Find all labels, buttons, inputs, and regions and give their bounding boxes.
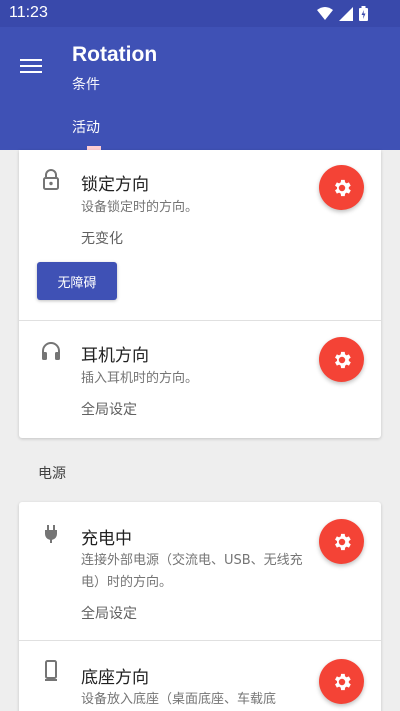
gear-icon [334,351,351,368]
charging-settings-button[interactable] [319,519,364,564]
charging-row[interactable]: 充电中 连接外部电源（交流电、USB、无线充电）时的方向。 全局设定 [19,502,381,640]
menu-icon[interactable] [20,57,44,79]
app-title: Rotation [72,43,158,66]
dock-title: 底座方向 [81,668,149,688]
status-time: 11:23 [9,4,48,21]
headset-orientation-row[interactable]: 耳机方向 插入耳机时的方向。 全局设定 [19,321,381,438]
power-card: 充电中 连接外部电源（交流电、USB、无线充电）时的方向。 全局设定 底座方向 … [19,502,381,711]
lock-title: 锁定方向 [81,175,149,195]
condition-card: 锁定方向 设备锁定时的方向。 无变化 无障碍 耳机方向 插入耳机时的方向。 全局… [19,150,381,438]
headset-settings-button[interactable] [319,337,364,382]
lock-settings-button[interactable] [319,165,364,210]
wifi-icon [317,6,333,20]
charging-value: 全局设定 [81,606,137,622]
app-subtitle: 条件 [72,77,100,93]
lock-icon [43,169,59,190]
signal-icon [339,6,353,21]
dock-settings-button[interactable] [319,659,364,704]
charging-desc: 连接外部电源（交流电、USB、无线充电）时的方向。 [81,553,303,590]
battery-icon [359,6,368,21]
headset-value: 全局设定 [81,402,137,418]
plug-icon [45,525,57,543]
gear-icon [334,179,351,196]
charging-title: 充电中 [81,529,132,549]
dock-desc: 设备放入底座（桌面底座、车载底 [81,692,277,707]
lock-desc: 设备锁定时的方向。 [81,200,199,215]
headset-title: 耳机方向 [81,346,149,366]
accessibility-button[interactable]: 无障碍 [37,262,117,300]
gear-icon [334,533,351,550]
headset-desc: 插入耳机时的方向。 [81,371,199,386]
headset-icon [42,342,60,360]
app-bar: Rotation 条件 活动 [0,27,400,150]
gear-icon [334,673,351,690]
section-title-power: 电源 [38,466,66,482]
lock-orientation-row[interactable]: 锁定方向 设备锁定时的方向。 无变化 无障碍 [19,150,381,320]
dock-orientation-row[interactable]: 底座方向 设备放入底座（桌面底座、车载底 [19,641,381,711]
status-bar: 11:23 [0,0,400,27]
phone-dock-icon [45,660,57,681]
status-icons [317,6,368,21]
tab-active[interactable]: 活动 [72,117,100,137]
lock-value: 无变化 [81,231,123,247]
